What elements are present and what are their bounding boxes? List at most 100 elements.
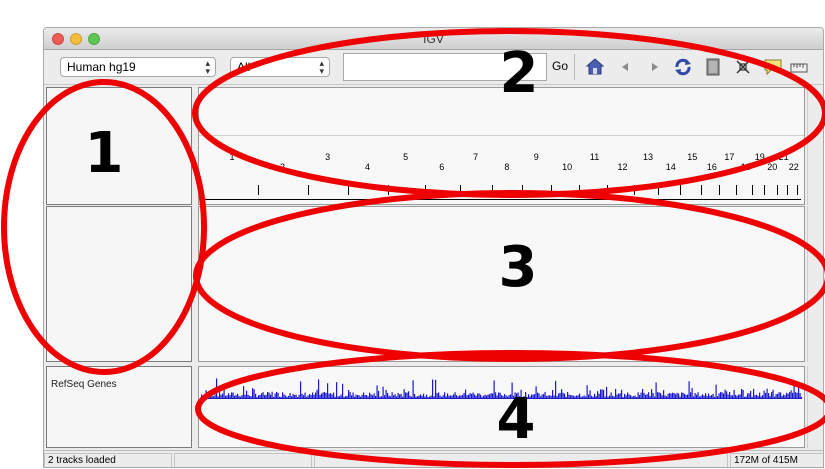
gene-density-bar — [207, 394, 209, 398]
go-button[interactable]: Go — [552, 59, 568, 73]
feature-track-panel — [198, 366, 805, 448]
feature-scroll-strip[interactable] — [807, 366, 821, 448]
chromosome-label[interactable]: 20 — [767, 162, 777, 172]
chromosome-tick — [492, 185, 494, 195]
home-icon[interactable] — [584, 56, 606, 78]
gene-density-bar — [625, 395, 627, 398]
gene-density-bar — [709, 395, 711, 398]
gene-density-bar — [655, 382, 657, 398]
gene-density-bar — [402, 396, 404, 398]
roi-icon[interactable] — [702, 56, 724, 78]
gene-density-bar — [760, 396, 762, 398]
chromosome-label[interactable]: 6 — [439, 162, 444, 172]
chromosome-label[interactable]: 12 — [617, 162, 627, 172]
gene-density-bar — [577, 395, 579, 398]
gene-density-bar — [786, 392, 788, 398]
gene-density-bar — [390, 396, 392, 398]
chromosome-label[interactable]: 19 — [755, 152, 765, 162]
gene-density-bar — [405, 392, 407, 398]
gene-density-bar — [688, 381, 690, 398]
chromosome-label[interactable]: 22 — [789, 162, 799, 172]
ruler-icon[interactable] — [788, 56, 810, 78]
gene-density-bar — [295, 394, 297, 398]
gene-density-bar — [304, 392, 306, 398]
chromosome-label[interactable]: 4 — [365, 162, 370, 172]
chromosome-label[interactable]: 16 — [707, 162, 717, 172]
chromosome-label[interactable]: 21 — [779, 152, 789, 162]
gene-density-bar — [745, 396, 747, 398]
chromosome-label[interactable]: 14 — [666, 162, 676, 172]
chromosome-label[interactable]: 18 — [741, 162, 751, 172]
status-position — [314, 453, 728, 467]
gene-density-plot[interactable] — [199, 367, 804, 447]
gene-density-bar — [301, 393, 303, 398]
gene-density-bar — [322, 392, 324, 398]
gene-density-bar — [361, 394, 363, 398]
locus-search-input[interactable] — [343, 53, 547, 81]
gene-density-bar — [240, 396, 242, 398]
gene-density-baseline — [201, 398, 802, 399]
gene-density-bar — [424, 396, 426, 398]
chromosome-label[interactable]: 5 — [403, 152, 408, 162]
chromosome-label[interactable]: 7 — [473, 152, 478, 162]
popup-info-icon[interactable] — [762, 56, 784, 78]
refresh-icon[interactable] — [672, 56, 694, 78]
chromosome-tick — [776, 185, 778, 195]
back-icon[interactable] — [614, 56, 636, 78]
chromosome-label[interactable]: 13 — [643, 152, 653, 162]
gene-density-bar — [346, 395, 348, 398]
chromosome-label[interactable]: 10 — [562, 162, 572, 172]
gene-density-bar — [246, 390, 248, 398]
gene-density-bar — [748, 393, 750, 398]
chromosome-tick — [348, 185, 350, 195]
chromosome-select[interactable]: All ▴ ▾ — [230, 57, 330, 77]
gene-density-bar — [373, 393, 375, 398]
data-scroll-strip[interactable] — [807, 206, 821, 362]
resize-icon[interactable] — [732, 56, 754, 78]
gene-density-bar — [562, 392, 564, 398]
gene-density-bar — [714, 396, 716, 398]
chromosome-label[interactable]: 17 — [724, 152, 734, 162]
chromosome-label[interactable]: 8 — [504, 162, 509, 172]
forward-icon[interactable] — [644, 56, 666, 78]
gene-density-bar — [571, 395, 573, 398]
gene-density-bar — [486, 395, 488, 398]
gene-density-bar — [682, 392, 684, 398]
gene-density-bar — [765, 392, 767, 398]
gene-density-bar — [573, 395, 575, 398]
gene-density-bar — [397, 392, 399, 398]
gene-density-bar — [438, 392, 440, 398]
gene-density-bar — [678, 393, 680, 398]
gene-density-bar — [526, 396, 528, 398]
chromosome-label[interactable]: 11 — [590, 152, 599, 162]
gene-density-bar — [352, 392, 354, 398]
gene-density-bar — [540, 396, 542, 398]
gene-density-bar — [669, 393, 671, 398]
gene-density-bar — [279, 396, 281, 398]
gene-density-bar — [606, 386, 608, 398]
genome-select[interactable]: Human hg19 ▴ ▾ — [60, 57, 216, 77]
chromosome-tick — [579, 185, 581, 195]
gene-density-bar — [319, 394, 321, 398]
chromosome-tick — [763, 185, 765, 195]
gene-density-bar — [348, 390, 350, 398]
chromosome-label[interactable]: 2 — [280, 162, 285, 172]
gene-density-bar — [586, 385, 588, 398]
chromosome-label[interactable]: 9 — [534, 152, 539, 162]
gene-density-bar — [535, 386, 537, 398]
gene-density-bar — [637, 392, 639, 398]
gene-density-bar — [595, 396, 597, 398]
track-name-refseq-genes[interactable]: RefSeq Genes — [51, 379, 117, 390]
gene-density-bar — [268, 392, 270, 398]
gene-density-bar — [520, 389, 522, 398]
gene-density-bar — [601, 389, 603, 398]
chromosome-ruler[interactable]: 1 2 3 4 5 6 7 8 9 10 11 12 13 14 15 16 17 18 19 20 21 22 — [199, 152, 804, 204]
gene-density-bar — [360, 396, 362, 398]
chromosome-label[interactable]: 3 — [325, 152, 330, 162]
gene-density-bar — [396, 396, 398, 398]
chromosome-label[interactable]: 15 — [687, 152, 697, 162]
gene-density-bar — [672, 392, 674, 398]
gene-density-bar — [582, 396, 584, 398]
chromosome-label[interactable]: 1 — [230, 152, 235, 162]
gene-density-bar — [741, 388, 743, 398]
